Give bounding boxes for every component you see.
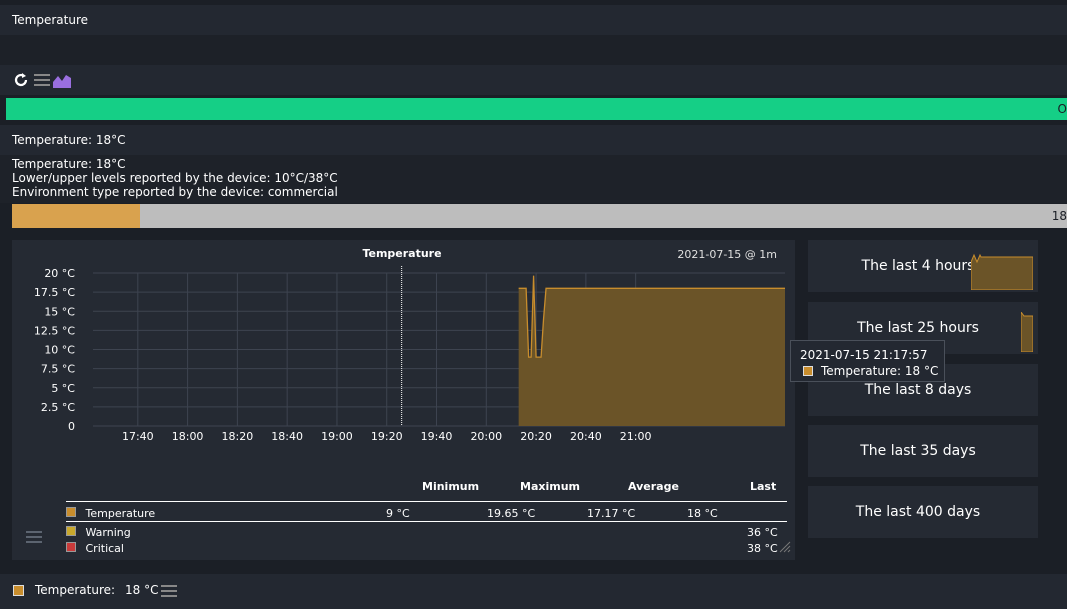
col-last: Last [750, 480, 777, 493]
graph-title: Temperature [362, 247, 442, 260]
y-tick-label: 10 °C [44, 344, 75, 357]
perfometer: 18 [12, 204, 1067, 228]
x-tick-label: 20:40 [570, 430, 602, 443]
y-tick-label: 17.5 °C [34, 286, 75, 299]
x-tick-label: 19:00 [321, 430, 353, 443]
x-tick-label: 20:20 [520, 430, 552, 443]
warning-last: 36 °C [747, 526, 778, 539]
y-tick-label: 7.5 °C [41, 363, 75, 376]
spacer-bar [0, 35, 1067, 65]
temperature-max: 19.65 °C [487, 507, 536, 520]
footer-menu-icon[interactable] [161, 584, 177, 601]
page-title: Temperature [12, 13, 89, 27]
detail-line: Temperature: 18°C [12, 157, 126, 171]
period-label: The last 400 days [855, 504, 981, 520]
graph-panel: 20 °C 17.5 °C 15 °C 12.5 °C 10 °C 7.5 °C 5 °C 2… [12, 240, 795, 560]
series-name: Critical [85, 542, 124, 555]
col-maximum: Maximum [520, 480, 580, 493]
col-average: Average [628, 480, 679, 493]
resize-handle-icon[interactable] [779, 541, 791, 556]
menu-icon[interactable] [33, 71, 51, 89]
detail-line: Lower/upper levels reported by the devic… [12, 171, 338, 185]
title-bar: Temperature [0, 5, 1067, 35]
critical-last: 38 °C [747, 542, 778, 555]
graph-menu-icon[interactable] [26, 530, 42, 547]
x-tick-label: 21:00 [620, 430, 652, 443]
summary-row: Temperature: 18°C [0, 125, 1067, 155]
y-tick-label: 2.5 °C [41, 401, 75, 414]
x-tick-label: 18:40 [271, 430, 303, 443]
y-tick-label: 0 [68, 420, 75, 433]
graph-icon[interactable] [53, 71, 71, 89]
col-minimum: Minimum [422, 480, 480, 493]
legend-row-critical: Critical [66, 542, 124, 555]
series-name: Temperature [85, 507, 156, 520]
series-area [518, 275, 785, 426]
period-label: The last 8 days [864, 382, 972, 398]
summary-text: Temperature: 18°C [12, 133, 126, 147]
series-name: Warning [85, 526, 131, 539]
footer-value: 18 °C [125, 583, 159, 597]
footer-swatch [13, 585, 24, 596]
temperature-swatch [66, 507, 76, 517]
legend-row-warning: Warning [66, 526, 131, 539]
state-bar: O [6, 98, 1067, 120]
temperature-min: 9 °C [386, 507, 410, 520]
perfometer-value: 18 [1051, 209, 1067, 223]
toolbar [0, 65, 1067, 95]
x-tick-label: 19:20 [371, 430, 403, 443]
x-tick-label: 18:00 [172, 430, 204, 443]
tooltip-swatch [803, 366, 813, 376]
state-label: O [1057, 102, 1067, 116]
details-block: Temperature: 18°C Lower/upper levels rep… [0, 155, 1067, 203]
hover-tooltip: 2021-07-15 21:17:57 Temperature: 18 °C [790, 340, 945, 382]
detail-line: Environment type reported by the device:… [12, 185, 338, 199]
period-35-days[interactable]: The last 35 days [808, 425, 1038, 477]
period-4-hours[interactable]: The last 4 hours [808, 240, 1038, 292]
period-label: The last 35 days [860, 443, 976, 459]
reload-icon[interactable] [12, 71, 30, 89]
y-tick-label: 20 °C [44, 267, 75, 280]
x-tick-label: 17:40 [122, 430, 154, 443]
period-400-days[interactable]: The last 400 days [808, 486, 1038, 538]
period-label: The last 25 hours [857, 320, 979, 336]
graph-date: 2021-07-15 @ 1m [677, 248, 777, 261]
period-thumbnail [971, 253, 1033, 290]
y-tick-label: 5 °C [51, 382, 75, 395]
critical-swatch [66, 542, 76, 552]
x-tick-label: 18:20 [222, 430, 254, 443]
temperature-last: 18 °C [687, 507, 718, 520]
temperature-avg: 17.17 °C [587, 507, 636, 520]
footer-label: Temperature: [35, 583, 116, 597]
tooltip-time: 2021-07-15 21:17:57 [800, 348, 928, 362]
x-tick-label: 19:40 [421, 430, 453, 443]
perfometer-fill [12, 204, 140, 228]
y-tick-label: 12.5 °C [34, 324, 75, 337]
legend-row-temperature: Temperature [66, 507, 155, 520]
footer-bar: Temperature: 18 °C [0, 574, 1067, 609]
tooltip-text: Temperature: 18 °C [821, 364, 939, 378]
warning-swatch [66, 526, 76, 536]
y-tick-label: 15 °C [44, 305, 75, 318]
period-thumbnail [1021, 312, 1033, 352]
x-tick-label: 20:00 [470, 430, 502, 443]
